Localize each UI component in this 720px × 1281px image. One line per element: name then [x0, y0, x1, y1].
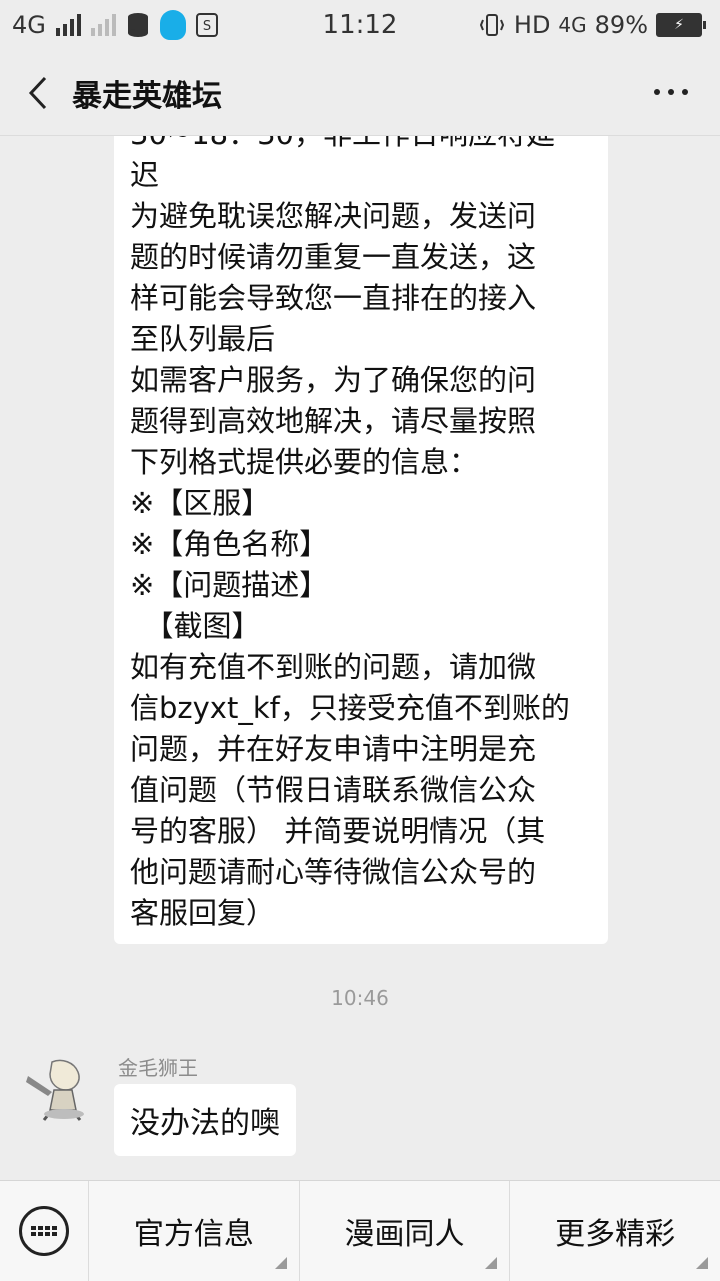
database-icon: [127, 13, 148, 37]
message-line: ※【区服】: [130, 486, 271, 520]
menu-comics[interactable]: 漫画同人: [298, 1181, 510, 1281]
message-line: 样可能会导致您一直排在的接入: [130, 281, 537, 315]
message-bubble[interactable]: 没办法的噢: [114, 1084, 296, 1156]
status-bar: 4G S 11:12 HD 4G 89% ⚡: [0, 0, 720, 50]
message-line: ※【问题描述】: [130, 568, 329, 602]
menu-item-label: 漫画同人: [344, 1217, 465, 1252]
message-line: 号的客服） 并简要说明情况（其: [130, 814, 546, 848]
more-options-button[interactable]: [646, 74, 696, 110]
vibrate-icon: [479, 14, 504, 36]
avatar[interactable]: [22, 1056, 90, 1124]
message-line: 下列格式提供必要的信息：: [130, 445, 479, 479]
bottom-menu-bar: 官方信息 漫画同人 更多精彩: [0, 1180, 720, 1281]
message-line: 如需客户服务，为了确保您的问: [130, 363, 537, 397]
chevron-left-icon: [28, 76, 47, 109]
chat-area[interactable]: 30~18：30，非工作日响应将延迟为避免耽误您解决问题，发送问题的时候请勿重复…: [0, 136, 720, 1179]
message-line: 问题，并在好友申请中注明是充: [130, 732, 537, 766]
battery-icon: ⚡: [656, 13, 706, 37]
menu-item-label: 官方信息: [133, 1217, 254, 1252]
message-line: 如有充值不到账的问题，请加微: [130, 650, 537, 684]
submenu-indicator-icon: [485, 1257, 498, 1269]
message-line: 【截图】: [130, 609, 261, 643]
menu-more[interactable]: 更多精彩: [509, 1181, 720, 1281]
message-line: 值问题（节假日请联系微信公众: [130, 773, 537, 807]
message-line: 至队列最后: [130, 322, 276, 356]
battery-percent: 89%: [594, 11, 648, 39]
page-title: 暴走英雄坛: [72, 78, 222, 114]
more-dot-icon: [668, 89, 674, 95]
svg-text:S: S: [203, 19, 211, 34]
submenu-indicator-icon: [696, 1257, 709, 1269]
more-dot-icon: [682, 89, 688, 95]
message-line: 题得到高效地解决，请尽量按照: [130, 404, 537, 438]
message-bubble[interactable]: 30~18：30，非工作日响应将延迟为避免耽误您解决问题，发送问题的时候请勿重复…: [114, 136, 608, 944]
message-timestamp: 10:46: [331, 986, 389, 1010]
network-type-right: 4G: [558, 13, 587, 37]
message-line: 题的时候请勿重复一直发送，这: [130, 240, 537, 274]
keyboard-toggle-button[interactable]: [0, 1181, 88, 1281]
menu-item-label: 更多精彩: [555, 1217, 676, 1252]
message-line: 为避免耽误您解决问题，发送问: [130, 199, 537, 233]
signal-icon: [55, 14, 81, 36]
message-line: ※【角色名称】: [130, 527, 329, 561]
more-dot-icon: [654, 89, 660, 95]
sender-name: 金毛狮王: [118, 1056, 198, 1080]
back-button[interactable]: [8, 50, 68, 135]
submenu-indicator-icon: [274, 1257, 287, 1269]
signal-secondary-icon: [90, 14, 116, 36]
message-line: 他问题请耐心等待微信公众号的: [130, 855, 537, 889]
navigation-bar: 暴走英雄坛: [0, 50, 720, 136]
hd-label: HD: [513, 11, 551, 39]
message-line: 信bzyxt_kf，只接受充值不到账的: [130, 691, 570, 725]
message-line: 30~18：30，非工作日响应将延: [130, 136, 592, 155]
network-type-label: 4G: [12, 11, 46, 39]
keyboard-icon: [19, 1206, 69, 1256]
qq-icon: [159, 10, 186, 40]
message-line: 迟: [130, 158, 160, 192]
sim-icon: S: [195, 13, 218, 37]
menu-official-info[interactable]: 官方信息: [88, 1181, 299, 1281]
message-line: 客服回复）: [130, 896, 276, 930]
